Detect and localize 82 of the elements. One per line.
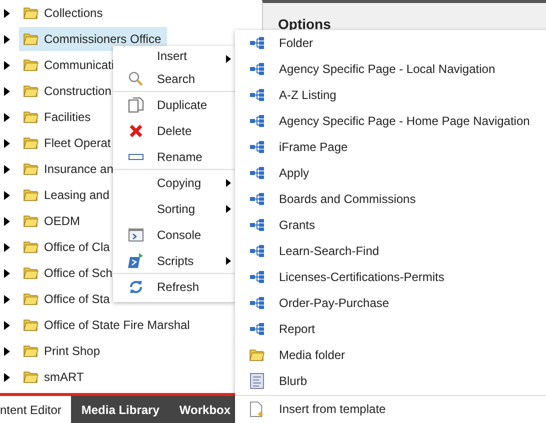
tree-structure-icon <box>250 193 264 205</box>
menu-item[interactable]: iFrame Page <box>235 134 546 160</box>
tree-item[interactable]: OEDM <box>19 209 86 233</box>
folder-icon <box>23 110 39 124</box>
tab[interactable]: ntent Editor <box>0 396 72 423</box>
expand-arrow-icon[interactable] <box>4 294 10 304</box>
menu-item[interactable]: Licenses-Certifications-Permits <box>235 264 546 290</box>
folder-icon <box>23 32 39 46</box>
menu-item[interactable]: Blurb <box>235 368 546 394</box>
tree-item[interactable]: Office of Sta <box>19 287 116 311</box>
expand-arrow-icon[interactable] <box>4 8 10 18</box>
submenu-arrow-icon <box>226 205 231 213</box>
folder-icon <box>23 292 39 306</box>
menu-item[interactable]: Learn-Search-Find <box>235 238 546 264</box>
tree-structure-icon <box>250 63 264 75</box>
search-icon <box>128 70 144 86</box>
folder-icon <box>23 84 39 98</box>
tree-structure-icon <box>250 323 264 335</box>
expand-arrow-icon[interactable] <box>4 190 10 200</box>
expand-arrow-icon[interactable] <box>4 86 10 96</box>
menu-item[interactable]: Order-Pay-Purchase <box>235 290 546 316</box>
tree-structure-icon <box>250 297 264 309</box>
menu-item[interactable]: Console <box>113 222 235 248</box>
expand-arrow-icon[interactable] <box>4 346 10 356</box>
new-document-icon <box>250 400 264 418</box>
menu-item[interactable]: Report <box>235 316 546 342</box>
expand-arrow-icon[interactable] <box>4 34 10 44</box>
delete-x-icon <box>128 123 144 139</box>
folder-icon <box>23 188 39 202</box>
tree-item[interactable]: Office of Cla <box>19 235 116 259</box>
refresh-icon <box>128 279 144 295</box>
folder-icon <box>23 58 39 72</box>
submenu-arrow-icon <box>226 55 231 63</box>
document-lines-icon <box>250 373 264 389</box>
tree-structure-icon <box>250 219 264 231</box>
expand-arrow-icon[interactable] <box>4 164 10 174</box>
folder-icon <box>23 370 39 384</box>
tree-item[interactable]: Commissioners Office <box>19 27 168 51</box>
folder-icon <box>23 162 39 176</box>
menu-item[interactable]: Agency Specific Page - Local Navigation <box>235 56 546 82</box>
menu-item[interactable]: Boards and Commissions <box>235 186 546 212</box>
menu-item[interactable]: Sorting <box>113 196 235 222</box>
folder-icon <box>23 6 39 20</box>
folder-icon <box>23 344 39 358</box>
expand-arrow-icon[interactable] <box>4 60 10 70</box>
expand-arrow-icon[interactable] <box>4 372 10 382</box>
menu-item[interactable]: Agency Specific Page - Home Page Navigation <box>235 108 546 134</box>
menu-item[interactable]: A-Z Listing <box>235 82 546 108</box>
expand-arrow-icon[interactable] <box>4 320 10 330</box>
tree-structure-icon <box>250 167 264 179</box>
expand-arrow-icon[interactable] <box>4 268 10 278</box>
menu-item[interactable]: Grants <box>235 212 546 238</box>
folder-icon <box>23 318 39 332</box>
expand-arrow-icon[interactable] <box>4 138 10 148</box>
folder-icon <box>23 266 39 280</box>
folder-icon <box>23 136 39 150</box>
tree-structure-icon <box>250 271 264 283</box>
script-icon <box>128 252 144 268</box>
tree-structure-icon <box>250 89 264 101</box>
copy-icon <box>128 97 144 113</box>
console-icon <box>128 227 144 243</box>
tree-item[interactable]: Leasing and <box>19 183 116 207</box>
menu-item[interactable]: Media folder <box>235 342 546 368</box>
menu-item[interactable]: Scripts <box>113 248 235 274</box>
tree-item[interactable]: Facilities <box>19 105 97 129</box>
tree-item[interactable]: Print Shop <box>19 339 106 363</box>
tree-item[interactable]: Office of State Fire Marshal <box>19 313 196 337</box>
tree-item[interactable]: smART <box>19 365 90 389</box>
folder-icon <box>249 348 265 362</box>
tree-structure-icon <box>250 245 264 257</box>
submenu-arrow-icon <box>226 179 231 187</box>
expand-arrow-icon[interactable] <box>4 242 10 252</box>
menu-item[interactable]: Apply <box>235 160 546 186</box>
expand-arrow-icon[interactable] <box>4 216 10 226</box>
tree-structure-icon <box>250 115 264 127</box>
tree-structure-icon <box>250 37 264 49</box>
folder-icon <box>23 214 39 228</box>
expand-arrow-icon[interactable] <box>4 112 10 122</box>
folder-icon <box>23 240 39 254</box>
submenu-arrow-icon <box>226 257 231 265</box>
tree-item[interactable]: Collections <box>19 1 109 25</box>
tree-structure-icon <box>250 141 264 153</box>
